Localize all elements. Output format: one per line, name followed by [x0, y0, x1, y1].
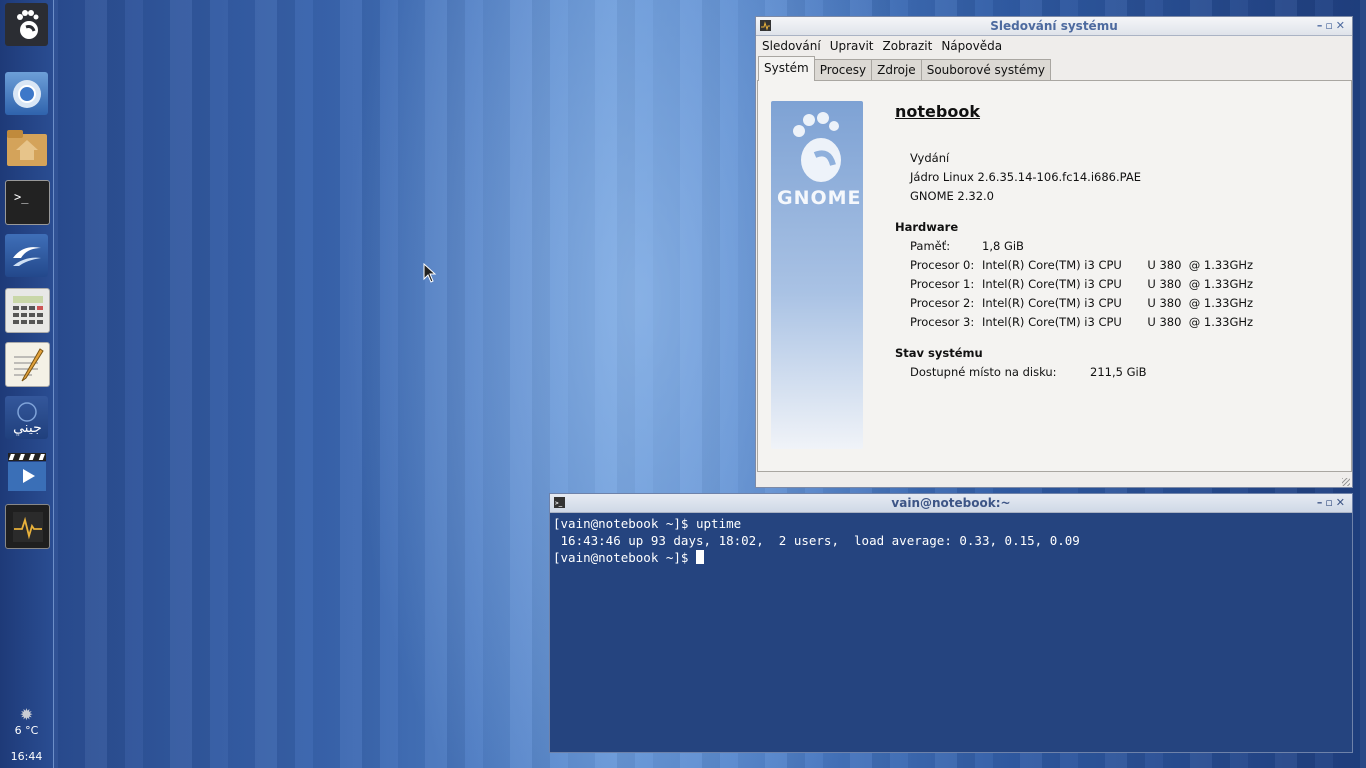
disk-space-label: Dostupné místo na disku:: [910, 365, 1057, 379]
tab-system[interactable]: Systém: [758, 56, 815, 81]
maximize-icon[interactable]: ▫: [1325, 19, 1335, 32]
menu-sledovani[interactable]: Sledování: [758, 39, 825, 53]
menu-zobrazit[interactable]: Zobrazit: [879, 39, 937, 53]
terminal-prompt: [vain@notebook ~]$: [553, 550, 696, 565]
memory-value: 1,8 GiB: [982, 239, 1024, 253]
menubar: Sledování Upravit Zobrazit Nápověda: [756, 36, 1352, 56]
system-monitor-titlebar[interactable]: Sledování systému –▫✕: [756, 17, 1352, 36]
memory-label: Paměť:: [910, 239, 951, 253]
svg-text:>_: >_: [14, 190, 29, 204]
disk-space-value: 211,5 GiB: [1090, 365, 1147, 379]
processor-2-value: Intel(R) Core(TM) i3 CPU U 380 @ 1.33GHz: [982, 296, 1254, 310]
menu-napoveda[interactable]: Nápověda: [937, 39, 1006, 53]
clock[interactable]: 16:44: [0, 750, 53, 763]
processor-3-label: Procesor 3:: [910, 315, 975, 329]
window-title: Sledování systému: [990, 19, 1118, 33]
weather-indicator[interactable]: ✹ 6 °C: [0, 705, 53, 738]
system-monitor-small-icon: [760, 20, 771, 31]
processor-2-label: Procesor 2:: [910, 296, 975, 310]
hardware-header: Hardware: [895, 220, 959, 234]
close-icon[interactable]: ✕: [1336, 496, 1348, 509]
system-monitor-icon[interactable]: [5, 504, 50, 549]
processor-1-label: Procesor 1:: [910, 277, 975, 291]
gnome-logo-text: GNOME: [777, 187, 862, 209]
writer-icon[interactable]: [5, 234, 48, 277]
text-editor-icon[interactable]: [5, 342, 50, 387]
terminal-prompt-line: [vain@notebook ~]$: [553, 549, 1352, 566]
release-label: Vydání: [910, 151, 950, 165]
terminal-line: 16:43:46 up 93 days, 18:02, 2 users, loa…: [553, 533, 1080, 548]
text-cursor: [696, 550, 704, 564]
menu-upravit[interactable]: Upravit: [826, 39, 878, 53]
tab-souborove-systemy[interactable]: Souborové systémy: [920, 59, 1052, 81]
terminal-line: [vain@notebook ~]$ uptime: [553, 516, 742, 531]
tab-zdroje[interactable]: Zdroje: [871, 59, 922, 81]
maximize-icon[interactable]: ▫: [1325, 496, 1335, 509]
tab-procesy[interactable]: Procesy: [813, 59, 873, 81]
terminal-small-icon: >_: [554, 497, 565, 508]
svg-text:جيني: جيني: [13, 420, 42, 436]
processor-0-label: Procesor 0:: [910, 258, 975, 272]
system-monitor-window: Sledování systému –▫✕ Sledování Upravit …: [755, 16, 1353, 488]
terminal-title: vain@notebook:~: [891, 496, 1011, 510]
close-icon[interactable]: ✕: [1336, 19, 1348, 32]
resize-grip-icon[interactable]: [1342, 478, 1350, 486]
gnome-logo-panel: GNOME: [771, 101, 863, 449]
processor-3-value: Intel(R) Core(TM) i3 CPU U 380 @ 1.33GHz: [982, 315, 1254, 329]
terminal-icon[interactable]: >_: [5, 180, 50, 225]
system-tab-panel: GNOME notebook Vydání Jádro Linux 2.6.35…: [757, 80, 1352, 472]
kernel-version: Jádro Linux 2.6.35.14-106.fc14.i686.PAE: [910, 170, 1141, 184]
gnome-foot-logo-icon: [793, 112, 841, 182]
gnome-foot-icon[interactable]: [5, 3, 48, 46]
gnome-version: GNOME 2.32.0: [910, 189, 994, 203]
processor-0-value: Intel(R) Core(TM) i3 CPU U 380 @ 1.33GHz: [982, 258, 1254, 272]
arabic-app-icon[interactable]: جيني: [5, 396, 48, 439]
terminal-output[interactable]: [vain@notebook ~]$ uptime 16:43:46 up 93…: [550, 513, 1352, 752]
home-folder-icon[interactable]: [5, 126, 48, 169]
tab-bar: Systém Procesy Zdroje Souborové systémy: [756, 56, 1352, 81]
hostname: notebook: [895, 102, 980, 121]
weather-temperature: 6 °C: [14, 724, 39, 737]
terminal-titlebar[interactable]: >_ vain@notebook:~ –▫✕: [550, 494, 1352, 513]
dock: >_ جيني ✹ 6 °C 16:44: [0, 0, 54, 768]
processor-1-value: Intel(R) Core(TM) i3 CPU U 380 @ 1.33GHz: [982, 277, 1254, 291]
terminal-window: >_ vain@notebook:~ –▫✕ [vain@notebook ~]…: [549, 493, 1353, 753]
system-status-header: Stav systému: [895, 346, 983, 360]
svg-text:>_: >_: [555, 500, 563, 507]
video-player-icon[interactable]: [5, 450, 48, 493]
weather-icon: ✹: [19, 705, 34, 724]
mouse-pointer-icon: [423, 263, 437, 283]
calculator-icon[interactable]: [5, 288, 50, 333]
chromium-icon[interactable]: [5, 72, 48, 115]
